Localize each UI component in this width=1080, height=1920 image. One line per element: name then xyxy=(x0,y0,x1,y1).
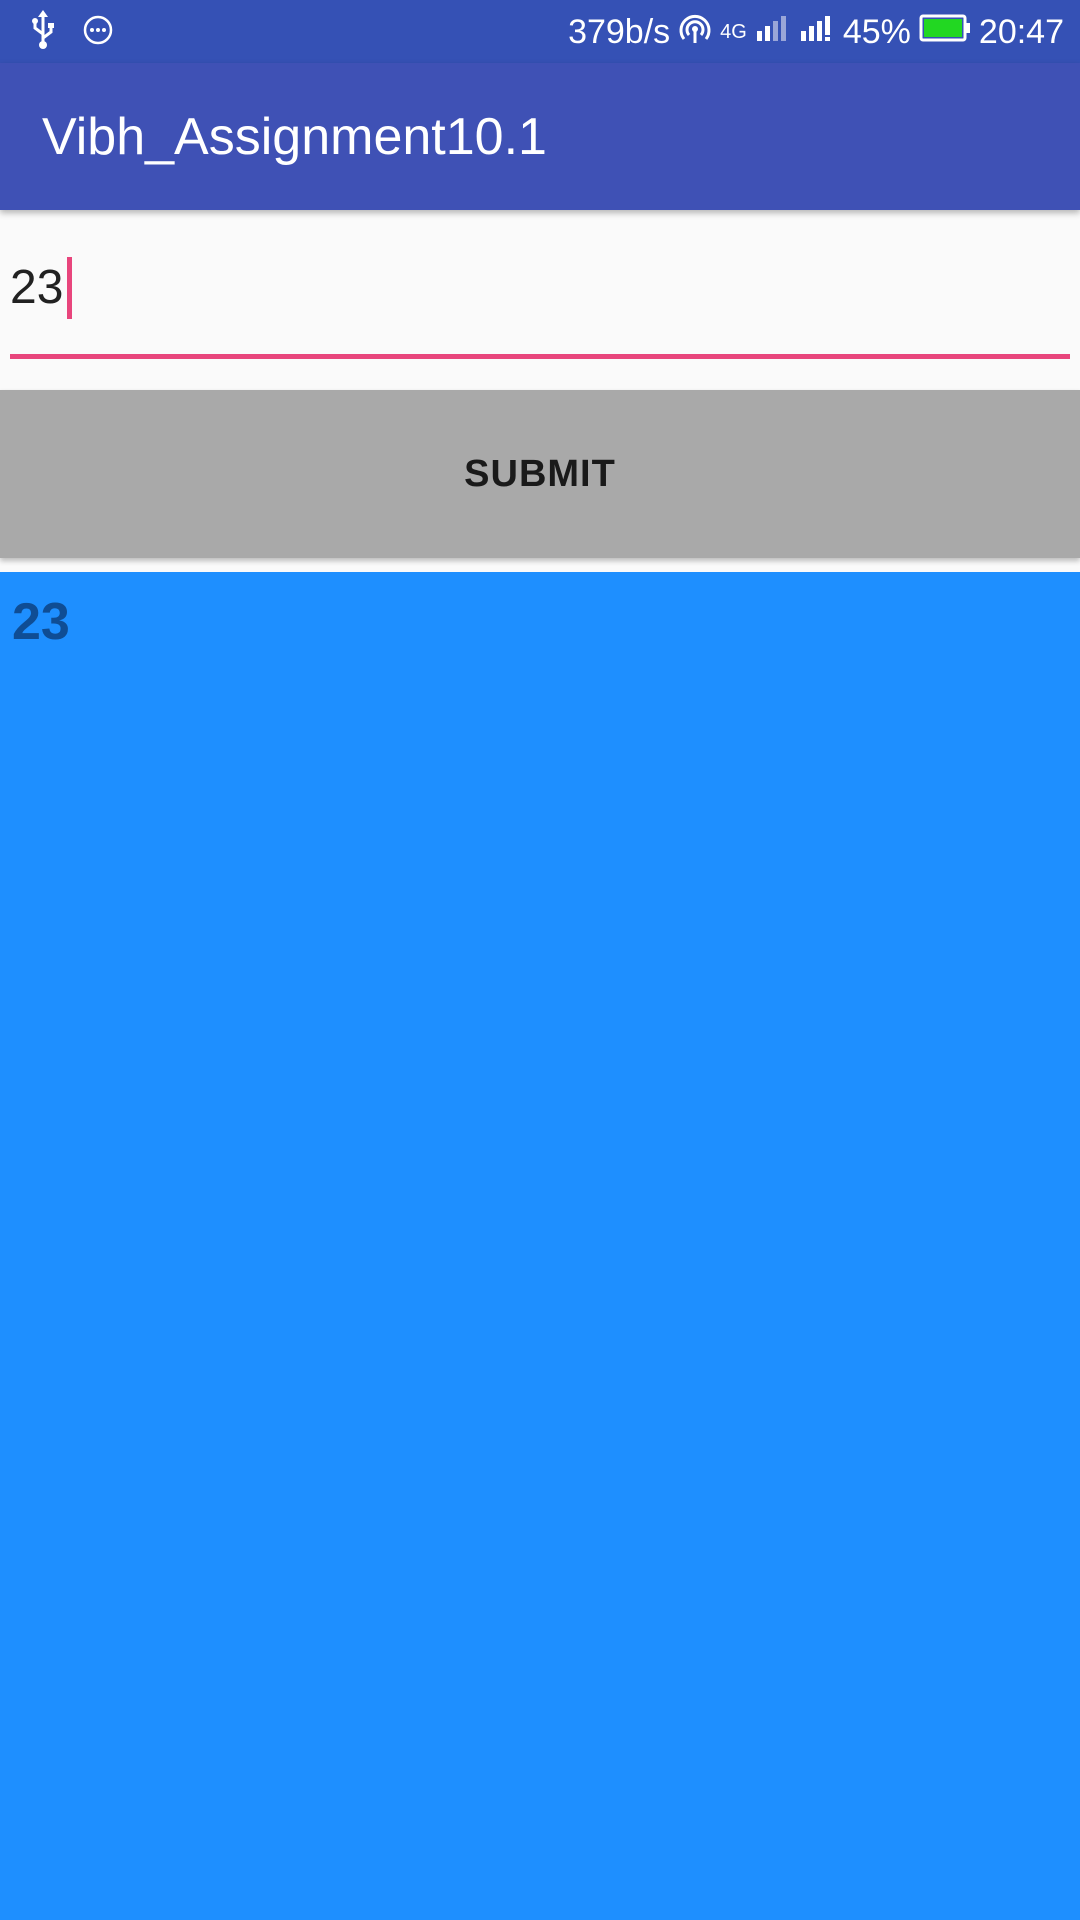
network-speed: 379b/s xyxy=(568,12,671,51)
input-area: 23 xyxy=(0,210,1080,388)
status-bar-left xyxy=(28,9,114,55)
network-type: 4G xyxy=(720,20,747,43)
status-bar-right: 379b/s 4G 45% 20:47 xyxy=(568,8,1064,56)
hotspot-icon xyxy=(678,11,712,54)
number-input[interactable]: 23 xyxy=(10,257,1070,319)
usb-icon xyxy=(28,9,58,55)
text-cursor xyxy=(67,257,73,319)
signal-2-icon xyxy=(799,13,835,52)
clock: 20:47 xyxy=(978,12,1064,51)
app-bar: Vibh_Assignment10.1 xyxy=(0,63,1080,210)
status-bar: 379b/s 4G 45% 20:47 xyxy=(0,0,1080,63)
result-panel: 23 xyxy=(0,572,1080,1920)
signal-1-icon xyxy=(755,13,791,52)
app-title: Vibh_Assignment10.1 xyxy=(42,108,547,166)
input-underline xyxy=(10,354,1070,359)
submit-label: SUBMIT xyxy=(464,452,616,495)
more-circle-icon xyxy=(82,14,114,51)
submit-button[interactable]: SUBMIT xyxy=(0,390,1080,558)
result-text: 23 xyxy=(12,593,70,651)
input-value: 23 xyxy=(10,261,64,314)
battery-percent: 45% xyxy=(842,12,911,51)
battery-icon xyxy=(919,13,971,52)
